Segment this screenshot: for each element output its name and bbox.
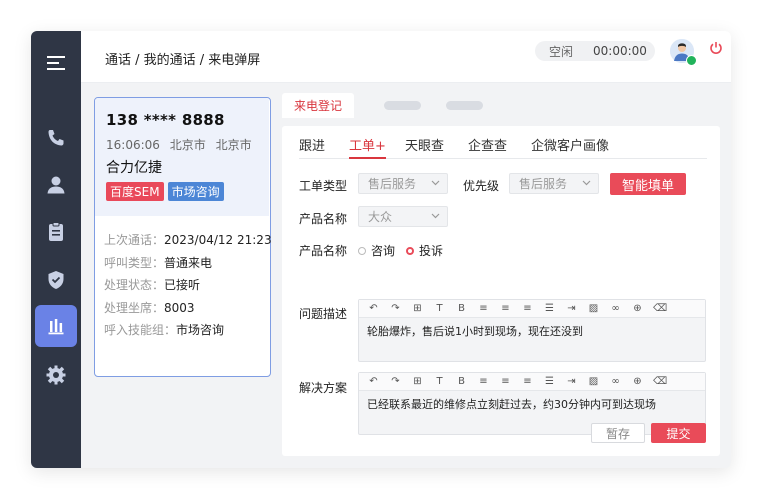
top-bar: 通话 / 我的通话 / 来电弹屏 空闲 00:00:00	[81, 31, 731, 83]
link-icon[interactable]: ∞	[609, 303, 622, 314]
radio-button	[358, 246, 366, 255]
menu-icon[interactable]	[35, 42, 77, 84]
submit-button[interactable]: 提交	[651, 423, 706, 443]
redo-icon[interactable]: ↷	[389, 376, 402, 387]
save-draft-button[interactable]: 暂存	[591, 423, 645, 443]
power-icon[interactable]	[709, 41, 723, 55]
shield-icon[interactable]	[35, 259, 77, 301]
detail-row: 呼入技能组：市场咨询	[104, 323, 225, 337]
align-left-icon[interactable]: ≡	[477, 303, 490, 314]
user-icon[interactable]	[35, 164, 77, 206]
image-icon[interactable]: ▨	[587, 303, 600, 314]
tab-tianyancha[interactable]: 天眼查	[405, 135, 444, 154]
undo-icon[interactable]: ↶	[367, 303, 380, 314]
text-icon[interactable]: T	[433, 376, 446, 387]
delete-icon[interactable]: ⌫	[653, 303, 667, 314]
tab-placeholder[interactable]	[446, 101, 483, 110]
radio-consult[interactable]: 咨询	[358, 242, 395, 259]
ticket-type-select[interactable]: 售后服务	[358, 173, 448, 194]
tab-ticket[interactable]: 工单+	[349, 135, 386, 159]
detail-row: 处理坐席：8003	[104, 300, 195, 315]
tag-source: 百度SEM	[106, 182, 164, 201]
align-right-icon[interactable]: ≡	[521, 376, 534, 387]
chevron-down-icon	[582, 180, 591, 186]
priority-label: 优先级	[463, 179, 500, 193]
ticket-panel: 跟进 工单+ 天眼查 企查查 企微客户画像 工单类型 售后服务 优先级 售后服务…	[282, 126, 720, 456]
sidebar	[31, 31, 81, 468]
problem-text[interactable]: 轮胎爆炸，售后说1小时到现场，现在还没到	[359, 318, 705, 344]
bold-icon[interactable]: B	[455, 303, 468, 314]
priority-select[interactable]: 售后服务	[509, 173, 599, 194]
breadcrumb: 通话 / 我的通话 / 来电弹屏	[105, 53, 261, 68]
problem-label: 问题描述	[299, 307, 348, 321]
grid-icon[interactable]: ⊞	[411, 303, 424, 314]
detail-row: 呼叫类型：普通来电	[104, 255, 213, 270]
list-icon[interactable]: ☰	[543, 376, 556, 387]
caller-company: 合力亿捷	[106, 160, 162, 176]
problem-editor[interactable]: ↶ ↷ ⊞ T B ≡ ≡ ≡ ☰ ⇥ ▨ ∞ ⊕ ⌫ 轮胎爆炸，售后说1小时到现场，现在还没到	[358, 299, 706, 362]
app-window: 通话 / 我的通话 / 来电弹屏 空闲 00:00:00 138 **** 88…	[31, 31, 731, 468]
text-icon[interactable]: T	[433, 303, 446, 314]
tab-qichacha[interactable]: 企查查	[468, 135, 507, 154]
align-left-icon[interactable]: ≡	[477, 376, 490, 387]
undo-icon[interactable]: ↶	[367, 376, 380, 387]
agent-status[interactable]: 空闲 00:00:00	[535, 41, 655, 61]
call-details: 上次通话：2023/04/12 21:23 呼叫类型：普通来电 处理状态：已接听…	[104, 231, 272, 344]
align-center-icon[interactable]: ≡	[499, 376, 512, 387]
caller-tags: 百度SEM 市场咨询	[106, 182, 224, 201]
caller-phone: 138 **** 8888	[106, 111, 225, 129]
bar-chart-icon[interactable]	[35, 305, 77, 347]
radio-complaint[interactable]: 投诉	[406, 242, 443, 259]
status-timer: 00:00:00	[593, 44, 647, 58]
call-time-location: 16:06:06 北京市 北京市	[106, 136, 258, 153]
avatar[interactable]	[670, 39, 697, 66]
editor-toolbar: ↶ ↷ ⊞ T B ≡ ≡ ≡ ☰ ⇥ ▨ ∞ ⊕ ⌫	[359, 373, 705, 391]
chevron-down-icon	[431, 213, 440, 219]
product-label: 产品名称	[299, 212, 348, 226]
chevron-down-icon	[431, 180, 440, 186]
indent-icon[interactable]: ⇥	[565, 303, 578, 314]
link-icon[interactable]: ∞	[609, 376, 622, 387]
bold-icon[interactable]: B	[455, 376, 468, 387]
image-icon[interactable]: ▨	[587, 376, 600, 387]
product-select[interactable]: 大众	[358, 206, 448, 227]
call-time: 16:06:06	[106, 138, 160, 152]
delete-icon[interactable]: ⌫	[653, 376, 667, 387]
indent-icon[interactable]: ⇥	[565, 376, 578, 387]
clipboard-icon[interactable]	[35, 211, 77, 253]
list-icon[interactable]: ☰	[543, 303, 556, 314]
tab-call-register[interactable]: 来电登记	[282, 93, 354, 118]
online-check-icon	[686, 55, 697, 66]
radio-button-selected	[406, 246, 414, 255]
solution-label: 解决方案	[299, 381, 348, 395]
zoom-icon[interactable]: ⊕	[631, 303, 644, 314]
align-center-icon[interactable]: ≡	[499, 303, 512, 314]
status-text: 空闲	[549, 44, 574, 59]
zoom-icon[interactable]: ⊕	[631, 376, 644, 387]
redo-icon[interactable]: ↷	[389, 303, 402, 314]
grid-icon[interactable]: ⊞	[411, 376, 424, 387]
editor-toolbar: ↶ ↷ ⊞ T B ≡ ≡ ≡ ☰ ⇥ ▨ ∞ ⊕ ⌫	[359, 300, 705, 318]
tab-follow-up[interactable]: 跟进	[299, 135, 325, 154]
tab-wecom-profile[interactable]: 企微客户画像	[531, 135, 609, 154]
gear-icon[interactable]	[35, 354, 77, 396]
call-province: 北京市	[169, 138, 206, 152]
ticket-type-label: 工单类型	[299, 179, 348, 193]
align-right-icon[interactable]: ≡	[521, 303, 534, 314]
smart-fill-button[interactable]: 智能填单	[610, 173, 686, 195]
detail-row: 处理状态：已接听	[104, 278, 201, 292]
detail-row: 上次通话：2023/04/12 21:23	[104, 233, 272, 247]
caller-summary: 138 **** 8888 16:06:06 北京市 北京市 合力亿捷 百度SE…	[95, 98, 269, 216]
phone-icon[interactable]	[35, 117, 77, 159]
solution-text[interactable]: 已经联系最近的维修点立刻赶过去，约30分钟内可到达现场	[359, 391, 705, 417]
sub-tabs: 跟进 工单+ 天眼查 企查查 企微客户画像	[299, 135, 707, 159]
product-label-2: 产品名称	[299, 244, 348, 258]
call-city: 北京市	[215, 138, 252, 152]
caller-card: 138 **** 8888 16:06:06 北京市 北京市 合力亿捷 百度SE…	[94, 97, 272, 377]
tab-placeholder[interactable]	[384, 101, 421, 110]
tag-category: 市场咨询	[167, 182, 224, 201]
